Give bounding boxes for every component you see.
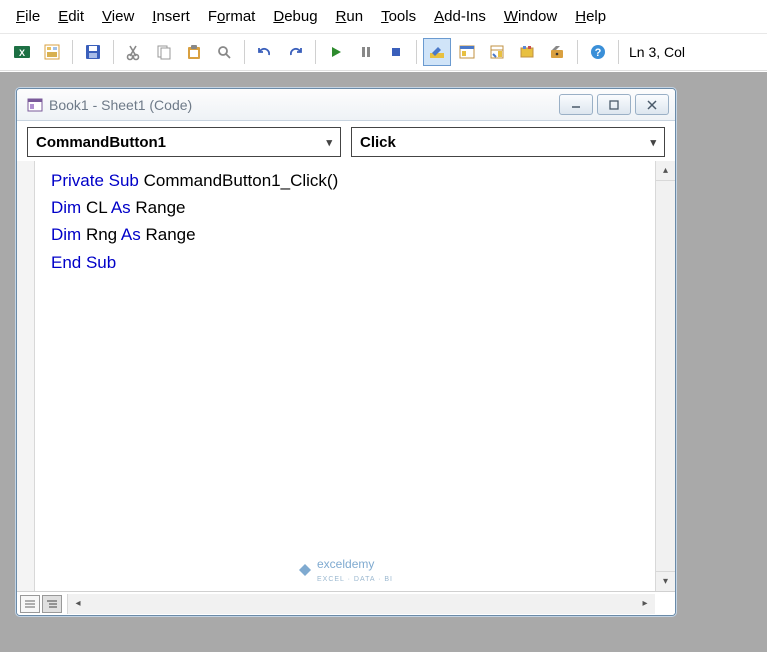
procedure-view-button[interactable] [20,595,40,613]
find-icon[interactable] [210,38,238,66]
form-icon[interactable] [38,38,66,66]
copy-icon[interactable] [150,38,178,66]
undo-icon[interactable] [251,38,279,66]
minimize-button[interactable] [559,94,593,115]
menu-tools[interactable]: Tools [381,8,416,25]
menu-format[interactable]: Format [208,8,256,25]
paste-icon[interactable] [180,38,208,66]
object-browser-icon[interactable] [513,38,541,66]
cursor-position: Ln 3, Col [629,44,685,60]
project-explorer-icon[interactable] [453,38,481,66]
scroll-left-icon[interactable]: ◂ [68,598,88,609]
full-module-view-button[interactable] [42,595,62,613]
menu-edit[interactable]: Edit [58,8,84,25]
svg-text:X: X [19,48,25,58]
menu-bar: FFileile Edit View Insert Format Debug R… [0,0,767,34]
menu-debug[interactable]: Debug [273,8,317,25]
help-icon[interactable]: ? [584,38,612,66]
horizontal-scrollbar[interactable]: ◂ ▸ [67,594,655,614]
menu-view[interactable]: View [102,8,134,25]
menu-run[interactable]: Run [336,8,364,25]
workspace: Book1 - Sheet1 (Code) CommandButton1▾ Cl… [0,72,767,652]
window-title: Book1 - Sheet1 (Code) [49,97,192,113]
excel-icon[interactable]: X [8,38,36,66]
margin-indicator-bar[interactable] [17,161,35,591]
toolbox-icon[interactable] [543,38,571,66]
chevron-down-icon: ▾ [326,136,332,149]
watermark: exceldemyEXCEL · DATA · BI [297,555,393,585]
properties-icon[interactable] [483,38,511,66]
close-button[interactable] [635,94,669,115]
vertical-scrollbar[interactable]: ▴ ▾ [655,161,675,591]
procedure-dropdown[interactable]: Click▾ [351,127,665,157]
pause-icon[interactable] [352,38,380,66]
menu-window[interactable]: Window [504,8,557,25]
menu-help[interactable]: Help [575,8,606,25]
object-dropdown[interactable]: CommandButton1▾ [27,127,341,157]
stop-icon[interactable] [382,38,410,66]
toolbar: X ? Ln 3, Col [0,34,767,71]
code-editor[interactable]: Private Sub CommandButton1_Click() Dim C… [35,161,655,591]
code-window-icon [27,97,43,113]
code-window: Book1 - Sheet1 (Code) CommandButton1▾ Cl… [16,88,676,616]
design-mode-icon[interactable] [423,38,451,66]
maximize-button[interactable] [597,94,631,115]
scroll-up-icon[interactable]: ▴ [656,161,675,181]
save-icon[interactable] [79,38,107,66]
menu-file[interactable]: FFileile [16,8,40,25]
redo-icon[interactable] [281,38,309,66]
cut-icon[interactable] [120,38,148,66]
run-icon[interactable] [322,38,350,66]
chevron-down-icon: ▾ [650,136,656,149]
scroll-down-icon[interactable]: ▾ [656,571,675,591]
menu-addins[interactable]: Add-Ins [434,8,486,25]
scroll-right-icon[interactable]: ▸ [635,598,655,609]
title-bar[interactable]: Book1 - Sheet1 (Code) [17,89,675,121]
menu-insert[interactable]: Insert [152,8,190,25]
svg-text:?: ? [595,47,602,59]
